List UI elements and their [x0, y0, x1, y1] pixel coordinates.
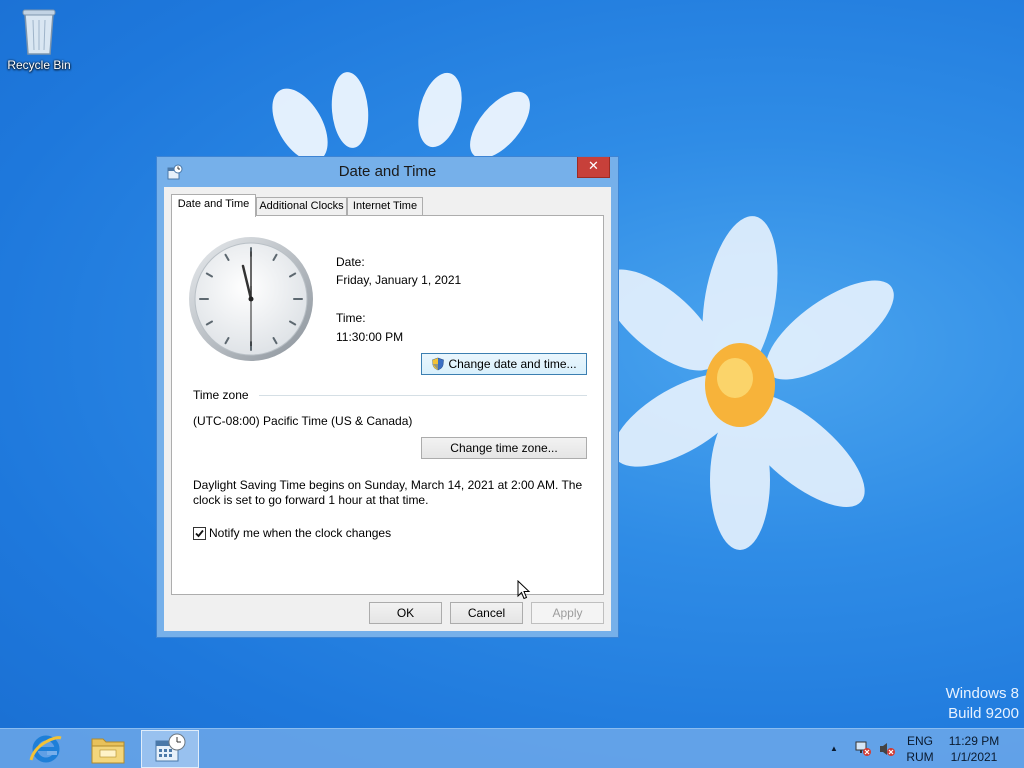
internet-explorer-icon [29, 735, 62, 763]
date-time-taskbar-icon [155, 733, 186, 762]
notify-label[interactable]: Notify me when the clock changes [209, 526, 391, 540]
tab-internet-time[interactable]: Internet Time [347, 197, 423, 216]
date-and-time-dialog: Date and Time ✕ Date and Time Additional… [156, 156, 619, 638]
show-hidden-icons-button[interactable]: ▲ [830, 741, 838, 757]
ok-button[interactable]: OK [369, 602, 442, 624]
language-indicator[interactable]: ENG RUM [903, 733, 937, 765]
change-date-and-time-label: Change date and time... [448, 357, 577, 371]
checkmark-icon [195, 529, 204, 538]
windows-build-watermark: Windows 8 Build 9200 [946, 684, 1019, 724]
notify-checkbox[interactable] [193, 527, 206, 540]
watermark-build: Build 9200 [948, 705, 1019, 722]
taskbar-date-and-time[interactable] [141, 730, 199, 768]
analog-clock [189, 237, 313, 361]
mouse-pointer-icon [517, 580, 531, 600]
keyboard-layout: RUM [906, 750, 934, 764]
date-label: Date: [336, 255, 365, 269]
speaker-muted-icon[interactable] [878, 741, 896, 757]
language-code: ENG [906, 734, 933, 748]
date-and-time-panel: Date: Friday, January 1, 2021 Time: 11:3… [171, 215, 604, 595]
taskbar-internet-explorer[interactable] [17, 730, 75, 768]
taskbar-date: 1/1/2021 [950, 750, 998, 764]
tab-additional-clocks[interactable]: Additional Clocks [256, 197, 347, 216]
time-label: Time: [336, 311, 366, 325]
time-value: 11:30:00 PM [336, 330, 404, 344]
taskbar-time: 11:29 PM [948, 734, 1000, 748]
network-icon[interactable] [854, 741, 872, 757]
timezone-divider [259, 395, 587, 396]
taskbar: ▲ ENG RUM 11:29 PM 1/1/2021 [0, 728, 1024, 768]
watermark-os: Windows 8 [945, 685, 1019, 702]
recycle-bin-icon [22, 9, 56, 55]
timezone-value: (UTC-08:00) Pacific Time (US & Canada) [193, 414, 413, 428]
dst-info-line1: Daylight Saving Time begins on Sunday, M… [193, 478, 583, 492]
timezone-header: Time zone [193, 388, 249, 402]
apply-button[interactable]: Apply [531, 602, 604, 624]
folder-icon [91, 738, 125, 764]
taskbar-clock[interactable]: 11:29 PM 1/1/2021 [943, 733, 1005, 765]
cancel-button[interactable]: Cancel [450, 602, 523, 624]
taskbar-file-explorer[interactable] [79, 730, 137, 768]
close-button[interactable]: ✕ [577, 157, 610, 178]
change-time-zone-button[interactable]: Change time zone... [421, 437, 587, 459]
dialog-title: Date and Time [338, 163, 437, 180]
dialog-titlebar[interactable]: Date and Time ✕ [157, 157, 618, 187]
dst-info-line2: clock is set to go forward 1 hour at tha… [193, 493, 429, 507]
close-icon: ✕ [588, 159, 599, 174]
tab-date-and-time[interactable]: Date and Time [171, 194, 256, 217]
date-value: Friday, January 1, 2021 [336, 273, 462, 287]
dialog-client-area: Date and Time Additional Clocks Internet… [164, 187, 611, 631]
change-date-and-time-button[interactable]: Change date and time... [421, 353, 587, 375]
uac-shield-icon [432, 357, 445, 371]
recycle-bin-shortcut[interactable]: Recycle Bin [6, 6, 72, 72]
recycle-bin-label: Recycle Bin [7, 58, 71, 72]
